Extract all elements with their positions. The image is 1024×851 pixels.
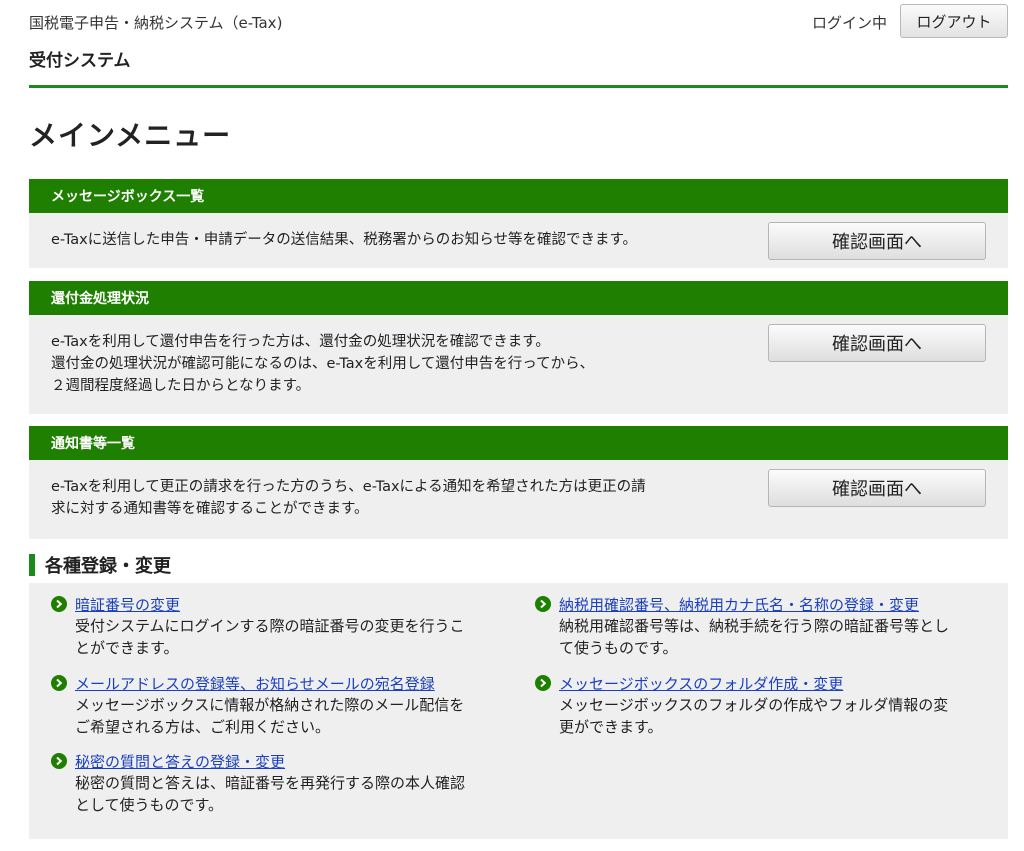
chevron-right-icon [51, 596, 67, 612]
reg-item-description: 受付システムにログインする際の暗証番号の変更を行うこ とができます。 [75, 617, 465, 657]
panel-description: e-Taxに送信した申告・申請データの送信結果、税務署からのお知らせ等を確認でき… [51, 232, 638, 248]
reg-item-pin-change: 暗証番号の変更 受付システムにログインする際の暗証番号の変更を行うこ とができま… [51, 593, 491, 659]
panel-description: e-Taxを利用して更正の請求を行った方のうち、e-Taxによる通知を希望された… [51, 479, 646, 517]
page-title: メインメニュー [29, 119, 232, 152]
sub-system-name: 受付システム [29, 51, 131, 71]
confirm-button-refund-status[interactable]: 確認画面へ [768, 324, 986, 362]
reg-item-secret-question: 秘密の質問と答えの登録・変更 秘密の質問と答えは、暗証番号を再発行する際の本人確… [51, 750, 491, 816]
panel-notices: 通知書等一覧 e-Taxを利用して更正の請求を行った方のうち、e-Taxによる通… [29, 426, 1008, 539]
reg-item-description: メッセージボックスのフォルダの作成やフォルダ情報の変 更ができます。 [559, 696, 949, 736]
reg-item-folder: メッセージボックスのフォルダ作成・変更 メッセージボックスのフォルダの作成やフォ… [535, 672, 975, 738]
reg-item-email: メールアドレスの登録等、お知らせメールの宛名登録 メッセージボックスに情報が格納… [51, 672, 491, 738]
panel-message-box: メッセージボックス一覧 e-Taxに送信した申告・申請データの送信結果、税務署か… [29, 179, 1008, 268]
confirm-button-notices[interactable]: 確認画面へ [768, 469, 986, 507]
reg-item-description: 秘密の質問と答えは、暗証番号を再発行する際の本人確認 として使うものです。 [75, 774, 466, 814]
chevron-right-icon [51, 753, 67, 769]
secret-question-link[interactable]: 秘密の質問と答えの登録・変更 [75, 751, 285, 772]
tax-payment-id-link[interactable]: 納税用確認番号、納税用カナ氏名・名称の登録・変更 [559, 594, 919, 615]
section-title: 各種登録・変更 [29, 553, 171, 577]
panel-title: メッセージボックス一覧 [29, 179, 1008, 213]
panel-title: 通知書等一覧 [29, 426, 1008, 460]
chevron-right-icon [535, 596, 551, 612]
reg-item-description: メッセージボックスに情報が格納された際のメール配信を ご希望される方は、ご利用く… [75, 696, 465, 736]
reg-item-tax-payment-id: 納税用確認番号、納税用カナ氏名・名称の登録・変更 納税用確認番号等は、納税手続を… [535, 593, 975, 659]
confirm-button-message-box[interactable]: 確認画面へ [768, 222, 986, 260]
reg-item-description: 納税用確認番号等は、納税手続を行う際の暗証番号等とし て使うものです。 [559, 617, 950, 657]
email-registration-link[interactable]: メールアドレスの登録等、お知らせメールの宛名登録 [75, 673, 435, 694]
system-name: 国税電子申告・納税システム（e-Tax) [29, 14, 283, 32]
page-header: 国税電子申告・納税システム（e-Tax) 受付システム ログイン中 ログアウト [29, 0, 1008, 88]
panel-refund-status: 還付金処理状況 e-Taxを利用して還付申告を行った方は、還付金の処理状況を確認… [29, 281, 1008, 414]
registration-panel: 暗証番号の変更 受付システムにログインする際の暗証番号の変更を行うこ とができま… [29, 583, 1008, 839]
chevron-right-icon [51, 675, 67, 691]
pin-change-link[interactable]: 暗証番号の変更 [75, 594, 180, 615]
login-status: ログイン中 [811, 14, 887, 32]
section-bar [29, 554, 35, 576]
folder-management-link[interactable]: メッセージボックスのフォルダ作成・変更 [559, 673, 843, 694]
chevron-right-icon [535, 675, 551, 691]
logout-button[interactable]: ログアウト [900, 4, 1008, 38]
panel-title: 還付金処理状況 [29, 281, 1008, 315]
panel-description: e-Taxを利用して還付申告を行った方は、還付金の処理状況を確認できます。 還付… [51, 334, 595, 394]
